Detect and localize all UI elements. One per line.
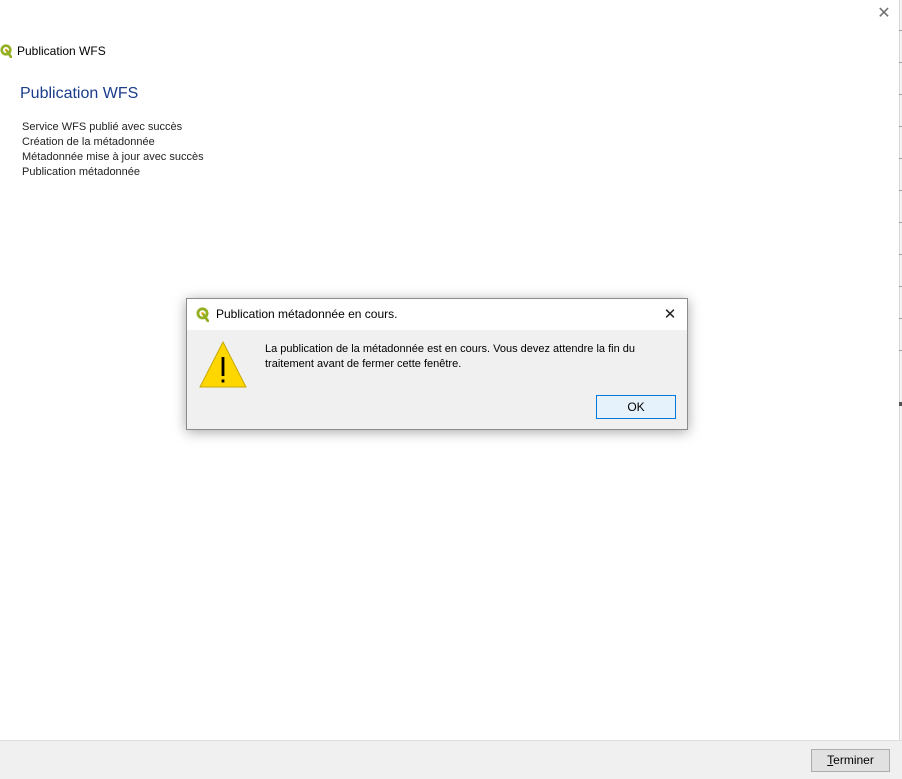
warning-dialog: Publication métadonnée en cours. ✕ La pu…	[186, 298, 688, 430]
publication-wfs-window: ✕ Publication WFS Publication WFS Servic…	[0, 0, 902, 779]
dialog-title: Publication métadonnée en cours.	[216, 307, 398, 321]
window-title: Publication WFS	[17, 44, 106, 58]
finish-button[interactable]: Terminer	[811, 749, 890, 772]
status-line: Service WFS publié avec succès	[22, 121, 183, 133]
status-line: Création de la métadonnée	[22, 136, 155, 148]
page-title: Publication WFS	[20, 85, 139, 102]
ok-button[interactable]: OK	[596, 395, 676, 419]
qgis-logo-icon	[196, 307, 209, 322]
status-line: Métadonnée mise à jour avec succès	[22, 151, 204, 163]
dialog-message: La publication de la métadonnée est en c…	[265, 343, 635, 370]
dialog-titlebar: Publication métadonnée en cours. ✕	[187, 299, 687, 330]
warning-icon	[199, 340, 247, 388]
window-title-row: Publication WFS	[0, 42, 106, 60]
qgis-logo-icon	[0, 44, 12, 58]
window-close-icon[interactable]: ✕	[876, 5, 892, 21]
status-log: Service WFS publié avec succès Création …	[22, 120, 204, 180]
status-line: Publication métadonnée	[22, 166, 141, 178]
finish-label: erminer	[833, 753, 874, 767]
dialog-close-icon[interactable]: ✕	[661, 305, 679, 323]
wizard-footer: Terminer	[0, 740, 902, 779]
